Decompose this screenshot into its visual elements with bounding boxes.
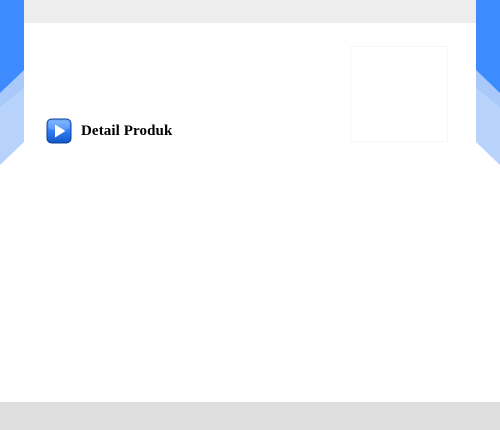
footer-bar bbox=[0, 402, 500, 430]
play-icon bbox=[46, 118, 72, 144]
right-side-decoration bbox=[476, 0, 500, 165]
left-side-decoration bbox=[0, 0, 24, 165]
top-strip bbox=[24, 0, 476, 23]
section-header: Detail Produk bbox=[46, 118, 172, 144]
section-title: Detail Produk bbox=[81, 122, 173, 139]
product-image-placeholder bbox=[350, 46, 448, 142]
